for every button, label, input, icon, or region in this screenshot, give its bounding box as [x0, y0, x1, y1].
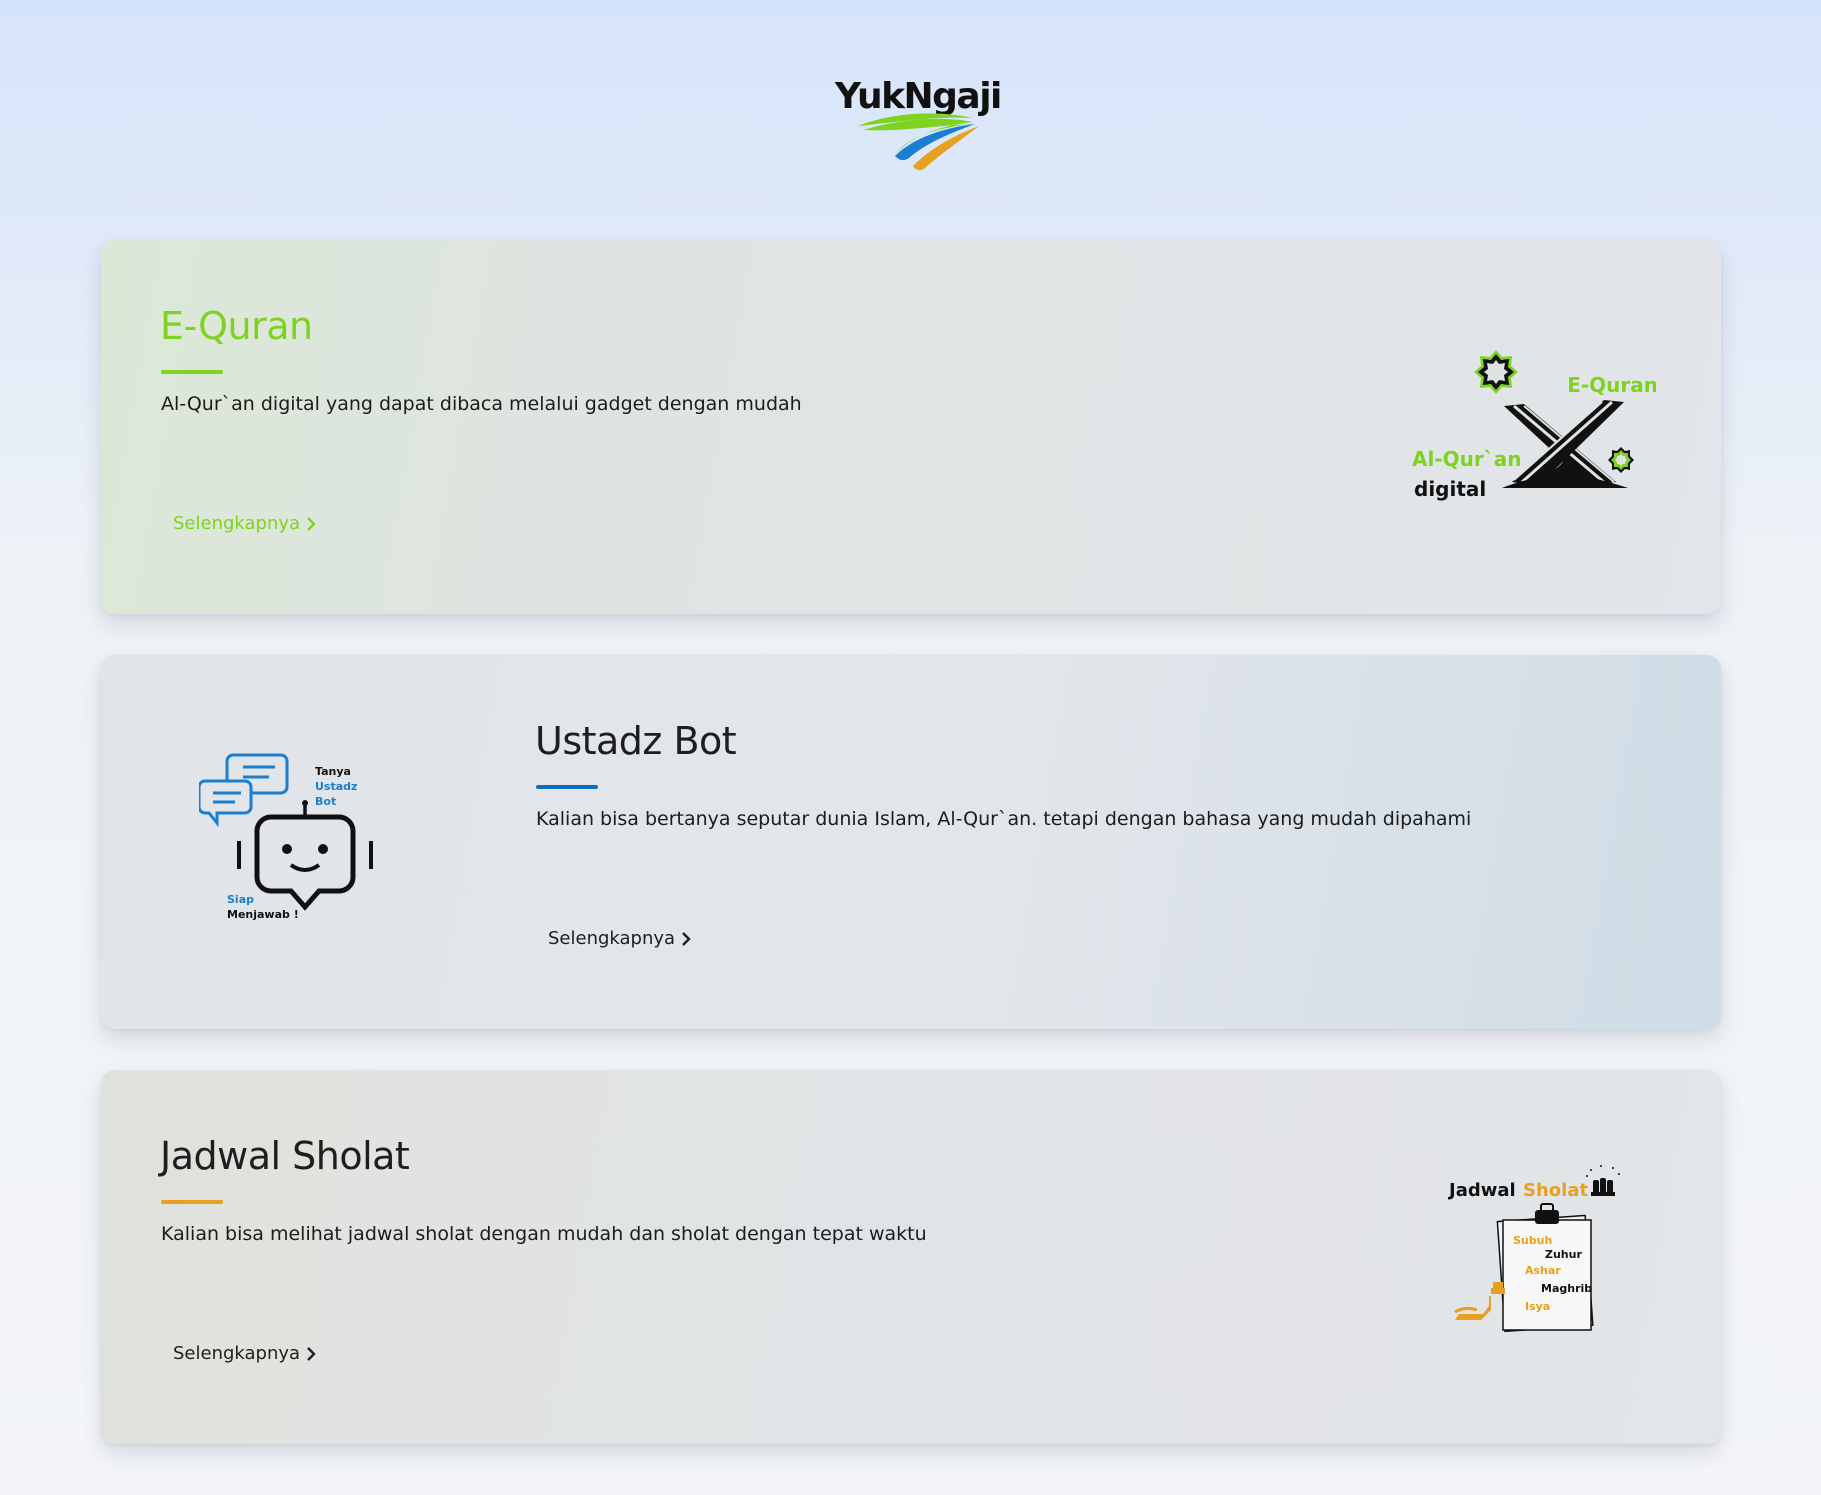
selengkapnya-link[interactable]: Selengkapnya — [548, 928, 691, 949]
prayer-schedule-clipboard-icon: Jadwal Sholat Subuh Zuhur Ashar Maghrib … — [1447, 1165, 1620, 1333]
link-label: Selengkapnya — [173, 1343, 301, 1364]
title-underline — [536, 785, 598, 789]
card-title: Jadwal Sholat — [160, 1134, 410, 1178]
chevron-right-icon — [306, 1346, 316, 1362]
logo-text: YukNgaji — [835, 76, 1002, 117]
svg-text:Menjawab !: Menjawab ! — [227, 908, 299, 921]
card-description: Kalian bisa bertanya seputar dunia Islam… — [536, 808, 1472, 830]
svg-text:Bot: Bot — [315, 795, 336, 808]
svg-text:Al-Qur`an: Al-Qur`an — [1412, 447, 1521, 471]
card-description: Kalian bisa melihat jadwal sholat dengan… — [161, 1223, 927, 1245]
chevron-right-icon — [306, 516, 316, 532]
selengkapnya-link[interactable]: Selengkapnya — [173, 1343, 316, 1364]
svg-text:Maghrib: Maghrib — [1541, 1282, 1592, 1295]
card-title: E-Quran — [160, 304, 313, 348]
title-underline — [161, 370, 223, 374]
svg-text:Isya: Isya — [1525, 1300, 1550, 1313]
card-jadwal-sholat: Jadwal Sholat Kalian bisa melihat jadwal… — [101, 1070, 1721, 1444]
svg-text:digital: digital — [1414, 477, 1486, 501]
svg-text:Ashar: Ashar — [1525, 1264, 1561, 1277]
svg-text:Tanya: Tanya — [315, 765, 351, 778]
yukngaji-logo[interactable]: YukNgaji — [833, 72, 1002, 172]
open-quran-rehal-icon: E-Quran Al-Qur`an digital — [1412, 350, 1656, 501]
link-label: Selengkapnya — [173, 513, 301, 534]
svg-text:Jadwal: Jadwal — [1447, 1180, 1516, 1201]
selengkapnya-link[interactable]: Selengkapnya — [173, 513, 316, 534]
title-underline — [161, 1200, 223, 1204]
chat-robot-icon: Tanya Ustadz Bot Siap Menjawab ! — [199, 753, 373, 921]
card-ustadz-bot: Tanya Ustadz Bot Siap Menjawab ! Ustadz … — [101, 655, 1721, 1029]
link-label: Selengkapnya — [548, 928, 676, 949]
logo-swoosh-icon — [858, 113, 979, 171]
svg-text:Subuh: Subuh — [1513, 1234, 1552, 1247]
chevron-right-icon — [681, 931, 691, 947]
svg-text:Ustadz: Ustadz — [315, 780, 357, 793]
card-title: Ustadz Bot — [535, 719, 737, 763]
svg-text:Siap: Siap — [227, 893, 254, 906]
card-e-quran: E-Quran Al-Qur`an digital yang dapat dib… — [101, 240, 1721, 614]
svg-text:E-Quran: E-Quran — [1567, 373, 1656, 397]
svg-text:Sholat: Sholat — [1523, 1180, 1588, 1201]
svg-text:Zuhur: Zuhur — [1545, 1248, 1582, 1261]
card-description: Al-Qur`an digital yang dapat dibaca mela… — [161, 393, 802, 415]
